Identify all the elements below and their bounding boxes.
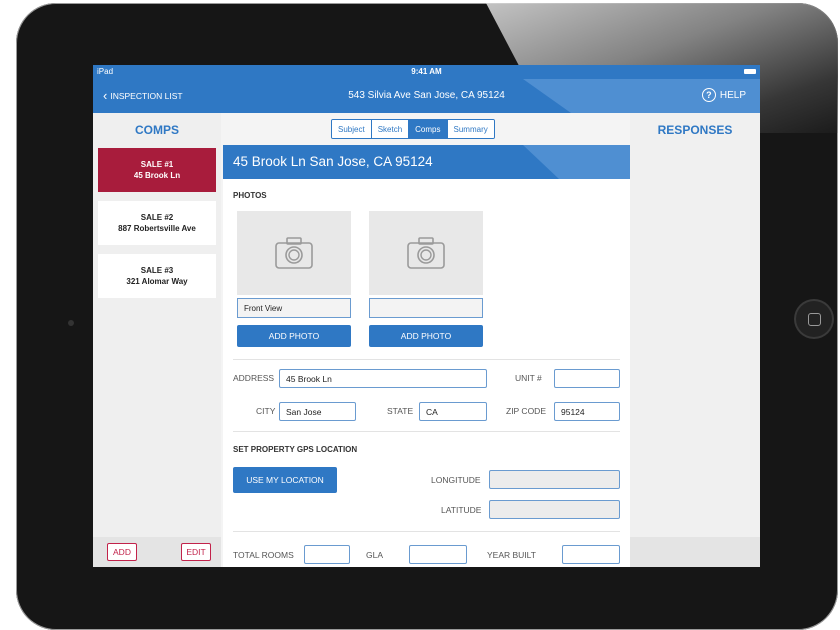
tab-sketch[interactable]: Sketch	[371, 120, 410, 138]
tab-subject[interactable]: Subject	[332, 120, 372, 138]
add-button[interactable]: ADD	[107, 543, 137, 561]
tab-summary[interactable]: Summary	[447, 120, 494, 138]
gla-field[interactable]	[409, 545, 467, 564]
comps-sidebar: COMPS SALE #1 45 Brook Ln SALE #2 887 Ro…	[93, 113, 221, 567]
sale-item-2[interactable]: SALE #2 887 Robertsville Ave	[98, 201, 216, 245]
clock: 9:41 AM	[411, 67, 442, 76]
sale-item-3[interactable]: SALE #3 321 Alomar Way	[98, 254, 216, 298]
city-field[interactable]: San Jose	[279, 402, 356, 421]
address-label: ADDRESS	[233, 373, 275, 383]
sale-number: SALE #2	[140, 213, 174, 222]
sale-item-1[interactable]: SALE #1 45 Brook Ln	[98, 148, 216, 192]
city-label: CITY	[256, 406, 276, 416]
help-label: HELP	[719, 89, 746, 101]
front-camera	[68, 320, 74, 326]
divider	[233, 359, 620, 360]
year-built-label: YEAR BUILT	[487, 550, 536, 560]
photo2-caption-field[interactable]	[369, 298, 483, 318]
add-photo-button-2[interactable]: ADD PHOTO	[369, 325, 483, 347]
comp-form: 45 Brook Ln San Jose, CA 95124 PHOTOS Fr…	[223, 145, 630, 567]
photo-slot-1[interactable]	[237, 211, 351, 295]
nav-title: 543 Silvia Ave San Jose, CA 95124	[348, 90, 505, 101]
header-glare	[523, 145, 630, 179]
use-my-location-button[interactable]: USE MY LOCATION	[233, 467, 337, 493]
app-screen: iPad 9:41 AM ‹ INSPECTION LIST 543 Silvi…	[93, 65, 760, 567]
edit-button[interactable]: EDIT	[181, 543, 211, 561]
zip-field[interactable]: 95124	[554, 402, 620, 421]
help-button[interactable]: ? HELP	[701, 88, 746, 102]
unit-field[interactable]	[554, 369, 620, 388]
nav-bar: ‹ INSPECTION LIST 543 Silvia Ave San Jos…	[93, 79, 760, 113]
longitude-label: LONGITUDE	[431, 475, 481, 485]
sale-address: 887 Robertsville Ave	[118, 224, 196, 233]
year-built-field[interactable]	[562, 545, 620, 564]
battery-icon	[744, 69, 756, 74]
sale-number: SALE #1	[140, 160, 174, 169]
photos-heading: PHOTOS	[233, 191, 267, 200]
help-icon: ?	[701, 88, 716, 102]
longitude-field[interactable]	[489, 470, 620, 489]
gla-label: GLA	[366, 550, 384, 560]
home-button[interactable]	[796, 301, 832, 337]
form-header: 45 Brook Ln San Jose, CA 95124	[223, 145, 630, 179]
latitude-label: LATITUDE	[441, 505, 482, 515]
photo-slot-2[interactable]	[369, 211, 483, 295]
photo1-caption-field[interactable]: Front View	[237, 298, 351, 318]
total-rooms-field[interactable]	[304, 545, 350, 564]
latitude-field[interactable]	[489, 500, 620, 519]
responses-title: RESPONSES	[657, 123, 733, 137]
state-field[interactable]: CA	[419, 402, 487, 421]
sale-address: 45 Brook Ln	[133, 171, 181, 180]
tab-comps[interactable]: Comps	[409, 120, 448, 138]
gps-heading: SET PROPERTY GPS LOCATION	[233, 445, 358, 454]
unit-label: UNIT #	[515, 373, 542, 383]
comps-title: COMPS	[134, 123, 179, 137]
camera-icon	[275, 237, 313, 269]
divider	[233, 531, 620, 532]
sale-number: SALE #3	[140, 266, 174, 275]
home-square-icon	[807, 312, 821, 326]
address-field[interactable]: 45 Brook Ln	[279, 369, 487, 388]
status-bar: iPad 9:41 AM	[93, 65, 760, 79]
camera-icon	[407, 237, 445, 269]
divider	[233, 431, 620, 432]
responses-footer	[630, 537, 760, 567]
state-label: STATE	[387, 406, 414, 416]
responses-panel: RESPONSES	[630, 113, 760, 567]
sale-address: 321 Alomar Way	[126, 277, 188, 286]
form-title: 45 Brook Ln San Jose, CA 95124	[233, 154, 433, 169]
total-rooms-label: TOTAL ROOMS	[233, 550, 294, 560]
segmented-tabs: Subject Sketch Comps Summary	[331, 119, 495, 139]
add-photo-button-1[interactable]: ADD PHOTO	[237, 325, 351, 347]
zip-label: ZIP CODE	[506, 406, 546, 416]
